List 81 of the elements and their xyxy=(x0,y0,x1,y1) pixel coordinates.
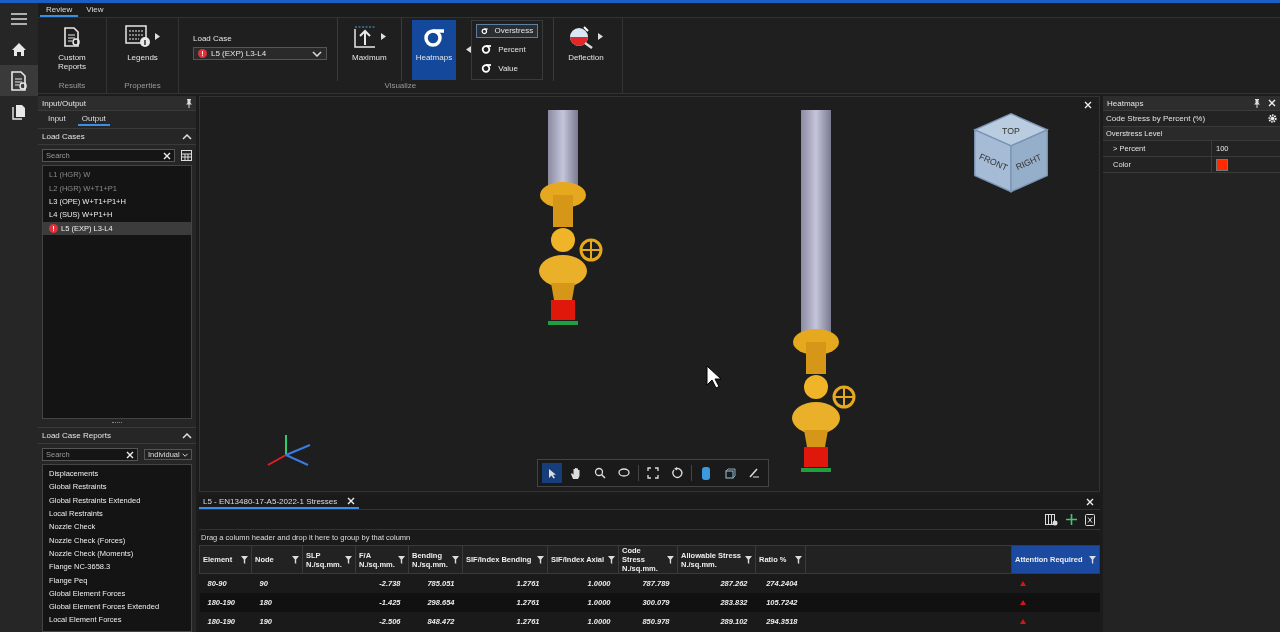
cube-face-label: TOP xyxy=(1002,125,1020,136)
warning-icon xyxy=(198,49,207,58)
caret-icon xyxy=(380,33,386,40)
chevron-icon[interactable] xyxy=(182,133,192,140)
chevron-icon[interactable] xyxy=(181,451,188,458)
sigma-icon xyxy=(481,63,493,74)
clear-icon[interactable] xyxy=(126,450,134,459)
filter-icon[interactable] xyxy=(537,555,544,564)
select-tool-button[interactable] xyxy=(542,463,562,483)
warning-icon xyxy=(49,223,58,233)
chevron-icon[interactable] xyxy=(312,50,322,57)
panel-tab[interactable]: Input xyxy=(44,113,70,126)
results-tab[interactable]: L5 - EN13480-17-A5-2022-1 Stresses xyxy=(199,495,360,509)
filter-icon[interactable] xyxy=(1089,555,1096,564)
caret-icon xyxy=(598,33,604,40)
filter-icon[interactable] xyxy=(292,555,299,564)
filter-icon[interactable] xyxy=(241,555,248,564)
legend-icon xyxy=(125,24,151,49)
group-label: Results xyxy=(57,81,87,92)
fit-view-icon[interactable] xyxy=(647,467,659,479)
report-icon xyxy=(10,70,28,91)
close-icon[interactable] xyxy=(347,497,356,505)
chevron-icon[interactable] xyxy=(182,432,192,439)
clear-icon[interactable] xyxy=(163,151,171,160)
panel-title: Input/Output xyxy=(42,98,87,108)
rail-button[interactable] xyxy=(0,65,38,96)
report-button[interactable]: Custom Reports xyxy=(52,19,92,80)
section-title: Load Cases xyxy=(42,132,85,141)
sigma-icon xyxy=(481,44,493,55)
panel-tab[interactable]: Output xyxy=(77,113,110,126)
pointer-icon[interactable] xyxy=(547,467,557,479)
sigma-icon xyxy=(481,25,489,36)
deflection-icon xyxy=(568,24,595,49)
filter-icon[interactable] xyxy=(795,555,802,564)
panel-title: Heatmaps xyxy=(1107,98,1144,108)
heatmap-subtitle: Code Stress by Percent (%) xyxy=(1106,114,1206,123)
filter-icon[interactable] xyxy=(345,555,352,564)
home-icon xyxy=(11,42,27,57)
group-label: Visualize xyxy=(383,81,418,92)
pin-icon[interactable] xyxy=(1254,98,1260,108)
close-icon[interactable] xyxy=(1084,101,1092,109)
excel-export-icon[interactable] xyxy=(1085,513,1095,526)
close-icon[interactable] xyxy=(1268,98,1276,107)
color-swatch[interactable] xyxy=(1216,158,1228,171)
documents-icon xyxy=(12,103,26,120)
zoom-icon[interactable] xyxy=(594,467,606,479)
pin-icon[interactable] xyxy=(186,98,192,108)
legend-button[interactable]: Legends xyxy=(121,19,164,80)
load-case-dropdown[interactable]: L5 (EXP) L3-L4 xyxy=(193,47,327,60)
filter-icon[interactable] xyxy=(745,555,752,564)
group-label: Properties xyxy=(123,81,162,92)
report-icon xyxy=(63,26,81,47)
hand-icon[interactable] xyxy=(570,466,582,480)
add-icon[interactable] xyxy=(1066,514,1077,525)
cursor-icon xyxy=(706,365,722,389)
section-title: Load Case Reports xyxy=(42,431,111,440)
load-case-label: Load Case xyxy=(193,34,233,43)
heatmap-option[interactable]: Percent xyxy=(476,42,539,57)
maximum-button[interactable]: Maximum xyxy=(348,19,391,80)
filter-icon[interactable] xyxy=(608,555,615,564)
ribbon-tab[interactable]: View xyxy=(80,3,110,17)
filter-icon[interactable] xyxy=(452,555,459,564)
lasso-icon[interactable] xyxy=(618,468,630,478)
pen-icon[interactable] xyxy=(748,467,760,479)
caret-icon xyxy=(466,46,472,53)
heatmap-option[interactable]: Value xyxy=(476,61,539,76)
filter-icon[interactable] xyxy=(398,555,405,564)
sigma-button[interactable]: Heatmaps xyxy=(411,19,457,80)
caret-icon xyxy=(155,33,160,40)
maximum-icon xyxy=(352,24,377,49)
box-icon[interactable] xyxy=(724,467,736,479)
heatmap-option[interactable]: Overstress xyxy=(476,23,539,38)
settings-icon[interactable] xyxy=(1268,114,1277,123)
close-icon[interactable] xyxy=(1086,498,1094,506)
grid-icon[interactable] xyxy=(181,150,192,161)
rotate-icon[interactable] xyxy=(671,467,683,479)
column-chooser-icon[interactable] xyxy=(1045,513,1058,526)
sigma-icon xyxy=(422,26,445,47)
cylinder-icon[interactable] xyxy=(702,466,710,480)
deflection-button[interactable]: Deflection xyxy=(564,19,608,80)
filter-icon[interactable] xyxy=(667,555,674,564)
